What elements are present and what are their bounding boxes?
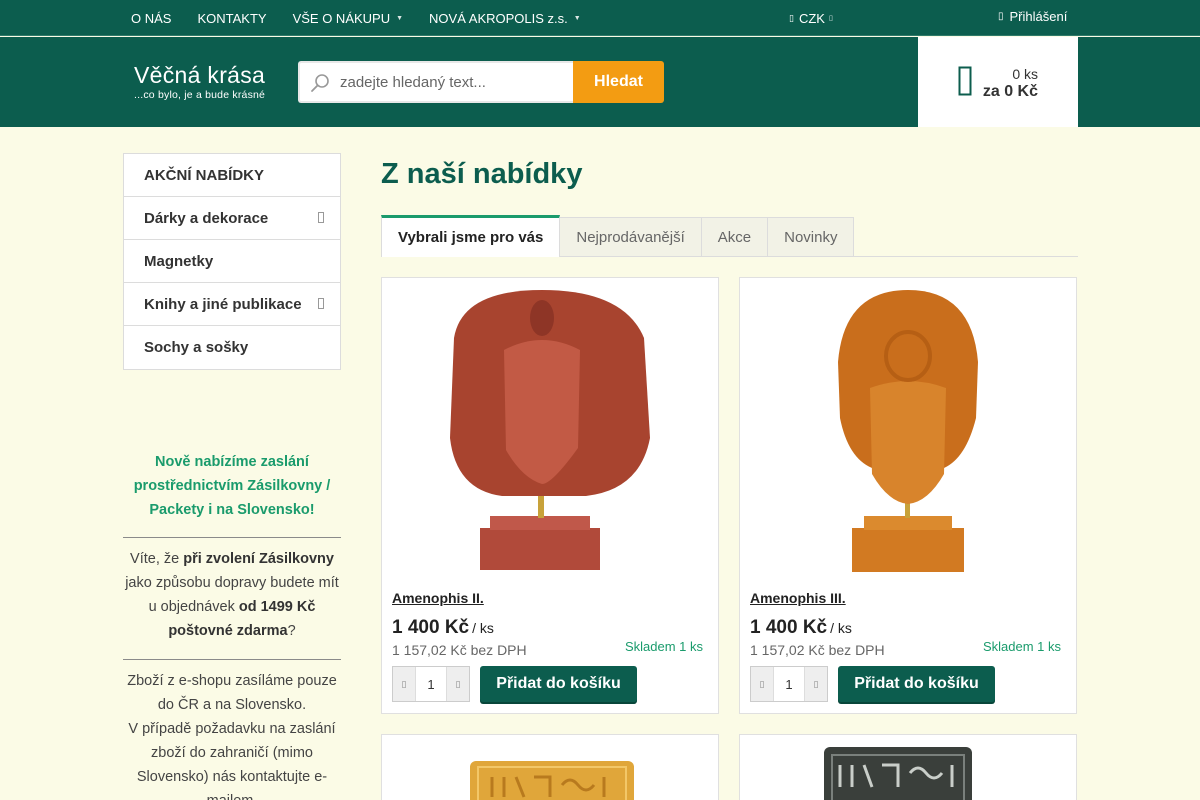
free-shipping-info: Víte, že při zvolení Zásilkovny jako způ… [123,547,341,643]
cart-total: za 0 Kč [982,83,1038,100]
increase-button[interactable]: ▯ [805,667,827,701]
quantity-field[interactable]: 1 [415,667,447,701]
info-text: Zboží z e-shopu zasíláme pouze do ČR a n… [127,673,337,713]
info-bold: při zvolení Zásilkovny [183,551,334,567]
top-nav: O NÁS KONTAKTY VŠE O NÁKUPU ▼ NOVÁ AKROPO… [118,0,594,36]
info-text: V případě požadavku na zaslání zboží do … [128,721,336,800]
login-label: Přihlášení [1009,9,1068,24]
currency-selector[interactable]: ▯ CZK ▯ [789,0,833,36]
sidebar-item-special-offers[interactable]: AKČNÍ NABÍDKY [124,154,340,197]
top-navigation-bar: O NÁS KONTAKTY VŠE O NÁKUPU ▼ NOVÁ AKROPO… [0,0,1200,36]
price-value: 1 400 Kč [750,617,828,638]
sidebar-item-gifts[interactable]: Dárky a dekorace [124,197,340,240]
top-nav-about[interactable]: O NÁS [118,0,184,36]
tab-new[interactable]: Novinky [768,217,855,257]
product-image[interactable] [740,735,1076,800]
product-image[interactable] [382,278,718,584]
tab-sale[interactable]: Akce [701,217,769,257]
logo-name: Věčná krása [134,62,266,88]
top-nav-shopping-info[interactable]: VŠE O NÁKUPU ▼ [280,0,416,36]
price-value: 1 400 Kč [392,617,470,638]
info-text: Víte, že [130,551,184,567]
top-nav-akropolis[interactable]: NOVÁ AKROPOLIS z.s. ▼ [416,0,594,36]
tab-label: Nejprodávanější [576,228,685,246]
product-price: 1 400 Kč / ks [392,617,494,639]
logo-tagline: ...co bylo, je a bude krásné [134,89,266,101]
sidebar-item-label: Knihy a jiné publikace [144,295,302,313]
product-image[interactable] [740,278,1076,584]
tab-recommended[interactable]: Vybrali jsme pro vás [381,215,561,257]
top-nav-contacts[interactable]: KONTAKTY [184,0,279,36]
product-card: Amenophis III. 1 400 Kč / ks 1 157,02 Kč … [739,277,1077,714]
sidebar-item-magnets[interactable]: Magnetky [124,240,340,283]
price-without-vat: 1 157,02 Kč bez DPH [392,642,527,658]
sidebar-item-label: Magnetky [144,252,214,270]
minus-icon: ▯ [759,678,765,689]
stock-status: Skladem 1 ks [982,639,1061,654]
add-to-cart-button[interactable]: Přidat do košíku [480,666,637,702]
sidebar-item-books[interactable]: Knihy a jiné publikace [124,283,340,326]
product-image[interactable] [382,735,718,800]
top-nav-shopping-info-label: VŠE O NÁKUPU [292,10,391,26]
chevron-down-icon: ▼ [573,14,581,22]
product-card [739,734,1077,800]
price-unit: / ks [472,620,494,636]
product-tabs: Vybrali jsme pro vás Nejprodávanější Akc… [381,215,855,257]
shipping-countries-info: Zboží z e-shopu zasíláme pouze do ČR a n… [123,669,341,800]
search-input[interactable] [340,63,570,101]
add-to-cart-button[interactable]: Přidat do košíku [838,666,995,702]
product-name[interactable]: Amenophis II. [392,590,484,606]
top-nav-about-label: O NÁS [131,10,172,26]
divider [123,659,341,660]
page-title: Z naší nabídky [381,158,583,190]
stock-status: Skladem 1 ks [624,639,703,654]
search-button[interactable]: Hledat [573,61,664,103]
search-box [298,61,574,103]
product-card: Amenophis II. 1 400 Kč / ks 1 157,02 Kč b… [381,277,719,714]
chevron-down-icon: ▼ [396,14,404,22]
product-name[interactable]: Amenophis III. [750,590,846,606]
top-nav-akropolis-label: NOVÁ AKROPOLIS z.s. [429,10,568,26]
minus-icon: ▯ [401,678,407,689]
product-card [381,734,719,800]
chevron-right-icon [318,298,324,309]
tab-label: Akce [717,228,752,246]
user-icon: ▯ [998,11,1004,22]
decrease-button[interactable]: ▯ [751,667,773,701]
info-text: ? [287,623,296,639]
increase-button[interactable]: ▯ [447,667,469,701]
shipping-promo: Nově nabízíme zaslání prostřednictvím Zá… [133,454,331,518]
search-icon [311,74,329,92]
tab-label: Vybrali jsme pro vás [398,229,544,246]
category-menu: AKČNÍ NABÍDKY Dárky a dekorace Magnetky … [123,153,341,370]
price-without-vat: 1 157,02 Kč bez DPH [750,642,885,658]
quantity-stepper: ▯ 1 ▯ [392,666,470,702]
sidebar-item-statues[interactable]: Sochy a sošky [124,326,340,369]
sidebar-item-label: Sochy a sošky [144,339,249,356]
sidebar-item-label: Dárky a dekorace [144,209,269,227]
plus-icon: ▯ [455,678,461,689]
quantity-stepper: ▯ 1 ▯ [750,666,828,702]
site-header: Věčná krása ...co bylo, je a bude krásné… [0,37,1200,127]
sidebar-item-label: AKČNÍ NABÍDKY [144,166,264,184]
cart-icon [958,66,972,96]
price-unit: / ks [830,620,852,636]
decrease-button[interactable]: ▯ [393,667,415,701]
tab-bestsellers[interactable]: Nejprodávanější [560,217,702,257]
site-logo[interactable]: Věčná krása ...co bylo, je a bude krásné [134,62,265,101]
tab-label: Novinky [784,228,838,246]
cart-widget[interactable]: 0 ks za 0 Kč [918,37,1078,127]
product-price: 1 400 Kč / ks [750,617,852,639]
currency-label: CZK [798,10,825,26]
login-link[interactable]: ▯ Přihlášení [998,0,1067,33]
divider [123,537,341,538]
chevron-down-icon: ▯ [828,15,833,22]
plus-icon: ▯ [813,678,819,689]
cart-count: 0 ks [1012,66,1038,82]
chevron-right-icon [318,212,324,223]
top-nav-contacts-label: KONTAKTY [197,10,267,26]
currency-icon: ▯ [789,12,794,23]
quantity-field[interactable]: 1 [773,667,805,701]
